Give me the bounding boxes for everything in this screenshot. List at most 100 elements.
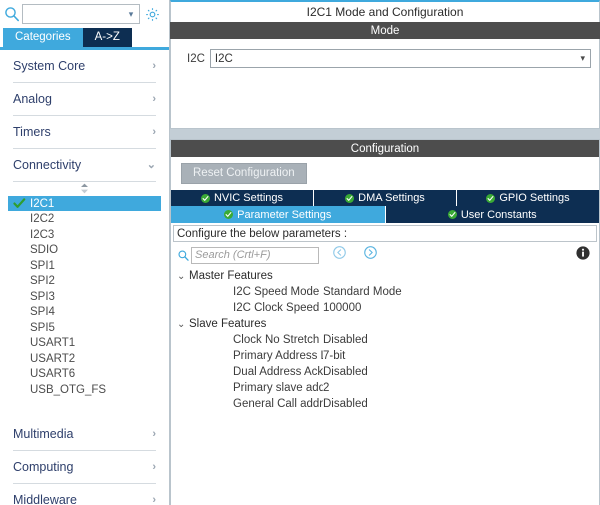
mode-field-label: I2C <box>187 53 205 65</box>
group-label: Slave Features <box>189 318 266 330</box>
chevron-right-icon: › <box>152 93 156 105</box>
parameter-row[interactable]: Dual Address Acknowledged Disabled <box>171 364 599 380</box>
check-circle-icon <box>345 194 354 203</box>
mode-and-configuration-panel: I2C1 Mode and Configuration Mode I2C I2C… <box>170 0 600 505</box>
settings-tabs-row-2: Parameter Settings User Constants <box>171 206 599 223</box>
tab-label: DMA Settings <box>358 192 425 204</box>
info-icon[interactable] <box>576 246 590 265</box>
circle-arrow-left-icon[interactable] <box>333 246 346 264</box>
chevron-down-icon: ▾ <box>580 53 585 64</box>
reset-configuration-button[interactable]: Reset Configuration <box>181 163 307 184</box>
peripheral-list: I2C1 I2C2 I2C3 SDIO SPI1 SPI2 SPI3 SPI4 … <box>0 196 169 398</box>
tab-user-constants[interactable]: User Constants <box>386 206 600 223</box>
peripheral-label: USART6 <box>30 368 75 380</box>
list-spacer <box>0 397 169 418</box>
peripheral-item-i2c2[interactable]: I2C2 <box>8 211 161 227</box>
tab-label: GPIO Settings <box>499 192 569 204</box>
parameter-row[interactable]: General Call address detect... Disabled <box>171 396 599 412</box>
tab-categories[interactable]: Categories <box>3 28 83 47</box>
peripheral-label: USB_OTG_FS <box>30 384 106 396</box>
peripheral-item-spi4[interactable]: SPI4 <box>8 304 161 320</box>
parameter-search-placeholder: Search (Crtl+F) <box>195 249 271 261</box>
scroll-indicator[interactable] <box>0 182 169 196</box>
stm32cubemx-configuration-window: ▾ Categories A->Z System Core › <box>0 0 600 505</box>
peripheral-label: SDIO <box>30 244 58 256</box>
peripheral-label: SPI1 <box>30 260 55 272</box>
parameter-value: 100000 <box>323 302 361 314</box>
peripheral-label: USART1 <box>30 337 75 349</box>
tab-label: NVIC Settings <box>214 192 283 204</box>
parameter-row[interactable]: Primary slave address 2 <box>171 380 599 396</box>
parameter-value: Disabled <box>323 366 368 378</box>
parameter-name: I2C Speed Mode <box>171 286 323 298</box>
configuration-section: Configuration Reset Configuration NVIC S… <box>170 139 600 505</box>
parameter-row[interactable]: Clock No Stretch Mode Disabled <box>171 332 599 348</box>
sidebar-category-timers[interactable]: Timers › <box>13 116 156 149</box>
peripheral-item-spi3[interactable]: SPI3 <box>8 289 161 305</box>
sidebar-category-connectivity[interactable]: Connectivity ⌄ <box>13 149 156 182</box>
configuration-section-header: Configuration <box>171 140 599 157</box>
peripheral-item-spi2[interactable]: SPI2 <box>8 273 161 289</box>
mode-section-header: Mode <box>170 22 600 39</box>
category-label: Multimedia <box>13 427 73 441</box>
sidebar-category-middleware[interactable]: Middleware › <box>13 484 156 505</box>
parameter-name: Primary Address Length sel... <box>171 350 323 362</box>
sidebar-category-multimedia[interactable]: Multimedia › <box>13 418 156 451</box>
parameter-value: Disabled <box>323 334 368 346</box>
peripheral-item-usart2[interactable]: USART2 <box>8 351 161 367</box>
tab-gpio-settings[interactable]: GPIO Settings <box>457 190 599 206</box>
circle-arrow-right-icon[interactable] <box>364 246 377 264</box>
check-circle-icon <box>486 194 495 203</box>
parameter-group-slave-features[interactable]: ⌄ Slave Features <box>171 316 599 332</box>
sidebar-scroll-area[interactable]: System Core › Analog › Timers › Connecti… <box>0 50 169 505</box>
group-label: Master Features <box>189 270 273 282</box>
peripheral-item-usart6[interactable]: USART6 <box>8 366 161 382</box>
parameter-value: Disabled <box>323 398 368 410</box>
peripheral-label: I2C1 <box>30 198 54 210</box>
parameter-search-row: Search (Crtl+F) <box>171 242 599 266</box>
chevron-down-icon[interactable]: ▾ <box>123 10 139 19</box>
peripheral-item-i2c1[interactable]: I2C1 <box>8 196 161 212</box>
tab-label: Parameter Settings <box>237 209 331 221</box>
parameter-value: Standard Mode <box>323 286 402 298</box>
tab-parameter-settings[interactable]: Parameter Settings <box>171 206 386 223</box>
peripheral-item-spi5[interactable]: SPI5 <box>8 320 161 336</box>
peripheral-label: SPI3 <box>30 291 55 303</box>
category-label: Middleware <box>13 493 77 505</box>
tab-dma-settings[interactable]: DMA Settings <box>314 190 457 206</box>
section-gap <box>170 129 600 139</box>
parameter-group-master-features[interactable]: ⌄ Master Features <box>171 268 599 284</box>
i2c-mode-dropdown[interactable]: I2C ▾ <box>210 49 591 68</box>
settings-tabs-row-1: NVIC Settings DMA Settings GPIO Settings <box>171 190 599 206</box>
mode-field-row: I2C I2C ▾ <box>187 49 591 68</box>
peripheral-item-sdio[interactable]: SDIO <box>8 242 161 258</box>
parameter-search-input[interactable]: Search (Crtl+F) <box>191 247 319 264</box>
category-label: Computing <box>13 460 73 474</box>
parameter-value: 2 <box>323 382 329 394</box>
panel-title: I2C1 Mode and Configuration <box>170 0 600 22</box>
tab-nvic-settings[interactable]: NVIC Settings <box>171 190 314 206</box>
peripheral-label: I2C2 <box>30 213 54 225</box>
sidebar-search-input[interactable]: ▾ <box>22 4 140 24</box>
parameter-row[interactable]: Primary Address Length sel... 7-bit <box>171 348 599 364</box>
sidebar-category-computing[interactable]: Computing › <box>13 451 156 484</box>
sidebar-category-analog[interactable]: Analog › <box>13 83 156 116</box>
sidebar-category-system-core[interactable]: System Core › <box>13 50 156 83</box>
parameter-row[interactable]: I2C Speed Mode Standard Mode <box>171 284 599 300</box>
category-label: Connectivity <box>13 158 81 172</box>
peripheral-item-usb-otg-fs[interactable]: USB_OTG_FS <box>8 382 161 398</box>
peripheral-label: USART2 <box>30 353 75 365</box>
sidebar-search-row: ▾ <box>0 0 169 28</box>
chevron-right-icon: › <box>152 60 156 72</box>
configure-note: Configure the below parameters : <box>173 225 597 242</box>
tab-a-to-z[interactable]: A->Z <box>83 28 132 47</box>
parameter-name: General Call address detect... <box>171 398 323 410</box>
parameter-value: 7-bit <box>323 350 345 362</box>
i2c-mode-value: I2C <box>215 53 233 65</box>
peripheral-item-spi1[interactable]: SPI1 <box>8 258 161 274</box>
gear-icon[interactable] <box>140 3 164 25</box>
parameter-row[interactable]: I2C Clock Speed (Hz) 100000 <box>171 300 599 316</box>
chevron-down-icon: ⌄ <box>177 319 189 330</box>
peripheral-item-usart1[interactable]: USART1 <box>8 335 161 351</box>
peripheral-item-i2c3[interactable]: I2C3 <box>8 227 161 243</box>
